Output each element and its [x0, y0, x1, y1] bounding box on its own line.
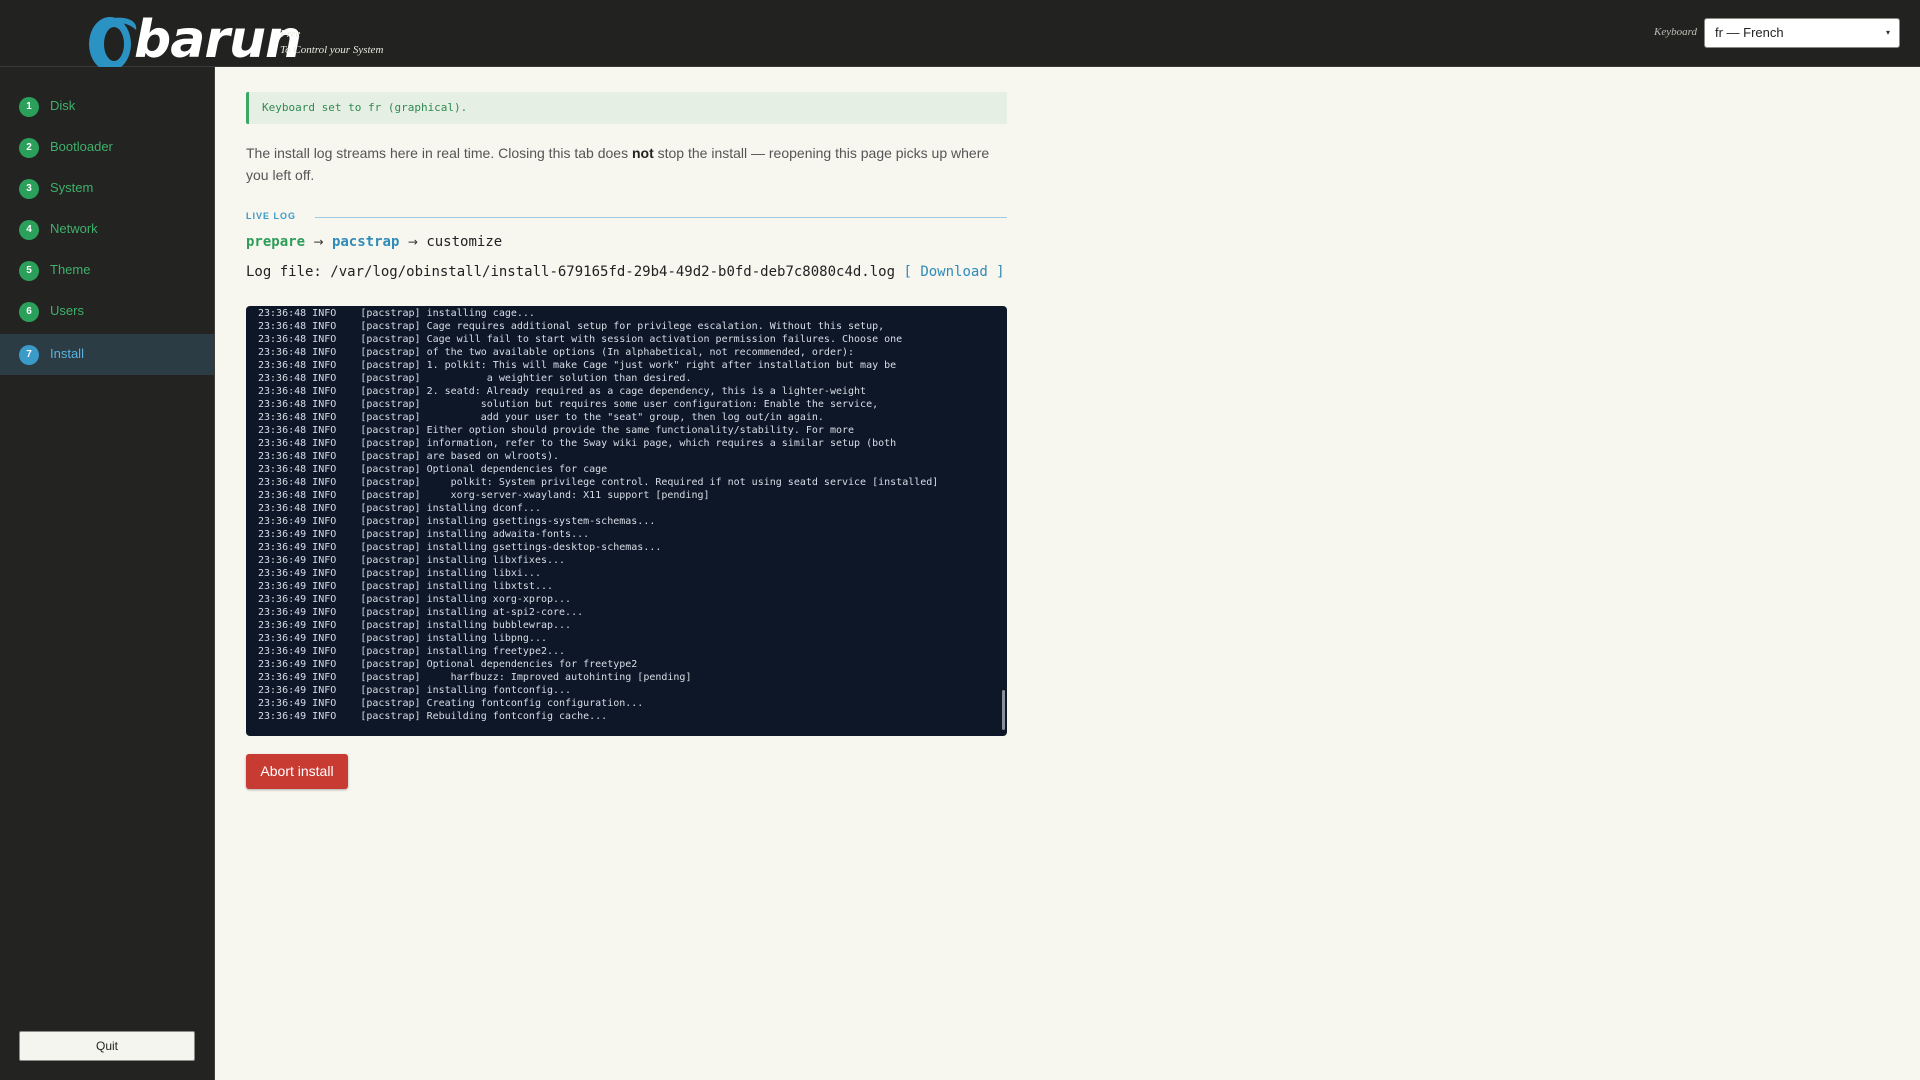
sidebar-item-disk[interactable]: 1 Disk	[0, 86, 214, 126]
step-number-badge: 7	[19, 345, 39, 365]
logo-tagline-line2: To Control your System	[280, 44, 384, 56]
status-notice: Keyboard set to fr (graphical).	[246, 92, 1007, 124]
sidebar-item-label: Theme	[50, 262, 91, 277]
chevron-down-icon: ▾	[1885, 28, 1890, 37]
keyboard-select[interactable]: fr — French ▾	[1704, 18, 1900, 48]
log-viewer[interactable]: 23:36:48 INFO [pacstrap] installing cage…	[246, 306, 1007, 736]
sidebar-item-label: System	[50, 180, 94, 195]
log-line: 23:36:48 INFO [pacstrap] of the two avai…	[258, 347, 855, 358]
arrow-right-icon: →	[313, 235, 324, 249]
stage-pacstrap: pacstrap	[331, 234, 400, 250]
obarun-logo: barun Free To Control your System	[84, 10, 384, 74]
quit-button[interactable]: Quit	[19, 1031, 195, 1061]
logo-wordmark: barun	[134, 10, 302, 70]
log-file-path: /var/log/obinstall/install-679165fd-29b4…	[330, 264, 896, 280]
log-line: 23:36:48 INFO [pacstrap] add your user t…	[258, 412, 824, 423]
keyboard-label: Keyboard	[1654, 26, 1697, 38]
sidebar-item-users[interactable]: 6 Users	[0, 291, 214, 331]
intro-text: The install log streams here in real tim…	[246, 142, 1007, 186]
log-line: 23:36:48 INFO [pacstrap] polkit: System …	[258, 477, 939, 488]
live-log-label: LIVE LOG	[246, 211, 297, 221]
log-line: 23:36:48 INFO [pacstrap] installing cage…	[258, 308, 535, 319]
log-line: 23:36:49 INFO [pacstrap] installing bubb…	[258, 620, 572, 631]
step-number-badge: 4	[19, 220, 39, 240]
log-line: 23:36:48 INFO [pacstrap] information, re…	[258, 438, 897, 449]
logo-tagline-line1: Free	[280, 28, 301, 40]
log-line: 23:36:49 INFO [pacstrap] Optional depend…	[258, 659, 638, 670]
logo-o-icon	[89, 17, 137, 71]
step-number-badge: 3	[19, 179, 39, 199]
log-line: 23:36:48 INFO [pacstrap] 1. polkit: This…	[258, 360, 897, 371]
log-line: 23:36:49 INFO [pacstrap] Rebuilding font…	[258, 711, 608, 722]
sidebar-item-label: Users	[50, 303, 84, 318]
step-number-badge: 6	[19, 302, 39, 322]
log-line: 23:36:49 INFO [pacstrap] Creating fontco…	[258, 698, 644, 709]
logo-tagline: Free To Control your System	[280, 26, 383, 58]
log-line: 23:36:48 INFO [pacstrap] Cage requires a…	[258, 321, 885, 332]
log-line: 23:36:49 INFO [pacstrap] installing free…	[258, 646, 566, 657]
log-line: 23:36:48 INFO [pacstrap] Optional depend…	[258, 464, 608, 475]
log-line: 23:36:49 INFO [pacstrap] installing font…	[258, 685, 572, 696]
live-log-header: LIVE LOG	[246, 211, 1007, 225]
log-line: 23:36:49 INFO [pacstrap] installing libx…	[258, 581, 554, 592]
arrow-right-icon: →	[407, 235, 418, 249]
abort-install-button[interactable]: Abort install	[246, 754, 348, 789]
stage-progress: prepare → pacstrap → customize	[246, 234, 502, 250]
stage-customize: customize	[426, 234, 503, 250]
live-log-divider	[315, 217, 1007, 218]
download-link[interactable]: [ Download ]	[903, 264, 1004, 280]
log-file-prefix: Log file:	[246, 264, 331, 280]
sidebar-item-install[interactable]: 7 Install	[0, 334, 214, 375]
log-line: 23:36:49 INFO [pacstrap] installing gset…	[258, 516, 656, 527]
sidebar-item-label: Install	[50, 346, 84, 361]
top-bar: barun Free To Control your System Keyboa…	[0, 0, 1920, 71]
log-line: 23:36:49 INFO [pacstrap] installing libx…	[258, 555, 566, 566]
intro-text-bold: not	[631, 145, 654, 161]
log-line: 23:36:48 INFO [pacstrap] Either option s…	[258, 425, 855, 436]
sidebar: 1 Disk 2 Bootloader 3 System 4 Network 5…	[0, 67, 215, 1080]
log-line: 23:36:49 INFO [pacstrap] installing xorg…	[258, 594, 572, 605]
log-line: 23:36:49 INFO [pacstrap] installing libp…	[258, 633, 547, 644]
log-line: 23:36:48 INFO [pacstrap] 2. seatd: Alrea…	[258, 386, 867, 397]
sidebar-item-label: Disk	[50, 98, 76, 113]
step-number-badge: 2	[19, 138, 39, 158]
sidebar-item-bootloader[interactable]: 2 Bootloader	[0, 127, 214, 167]
stage-prepare: prepare	[246, 234, 306, 250]
intro-text-before: The install log streams here in real tim…	[246, 145, 632, 161]
log-scrollbar[interactable]	[1002, 690, 1005, 730]
log-line: 23:36:48 INFO [pacstrap] a weightier sol…	[258, 373, 692, 384]
step-number-badge: 5	[19, 261, 39, 281]
log-file-info: Log file: /var/log/obinstall/install-679…	[246, 264, 1007, 281]
sidebar-item-system[interactable]: 3 System	[0, 168, 214, 208]
keyboard-select-value: fr — French	[1715, 25, 1784, 40]
sidebar-item-label: Network	[50, 221, 98, 236]
sidebar-item-label: Bootloader	[50, 139, 113, 154]
log-lines: 23:36:48 INFO [pacstrap] installing cage…	[258, 307, 938, 723]
log-line: 23:36:49 INFO [pacstrap] installing libx…	[258, 568, 541, 579]
sidebar-item-theme[interactable]: 5 Theme	[0, 250, 214, 290]
sidebar-item-network[interactable]: 4 Network	[0, 209, 214, 249]
log-line: 23:36:48 INFO [pacstrap] Cage will fail …	[258, 334, 903, 345]
log-line: 23:36:49 INFO [pacstrap] installing at-s…	[258, 607, 584, 618]
log-line: 23:36:49 INFO [pacstrap] harfbuzz: Impro…	[258, 672, 692, 683]
log-line: 23:36:48 INFO [pacstrap] xorg-server-xwa…	[258, 490, 710, 501]
log-line: 23:36:49 INFO [pacstrap] installing gset…	[258, 542, 662, 553]
log-line: 23:36:48 INFO [pacstrap] solution but re…	[258, 399, 879, 410]
log-line: 23:36:49 INFO [pacstrap] installing adwa…	[258, 529, 590, 540]
step-number-badge: 1	[19, 97, 39, 117]
log-line: 23:36:48 INFO [pacstrap] installing dcon…	[258, 503, 541, 514]
log-line: 23:36:48 INFO [pacstrap] are based on wl…	[258, 451, 560, 462]
